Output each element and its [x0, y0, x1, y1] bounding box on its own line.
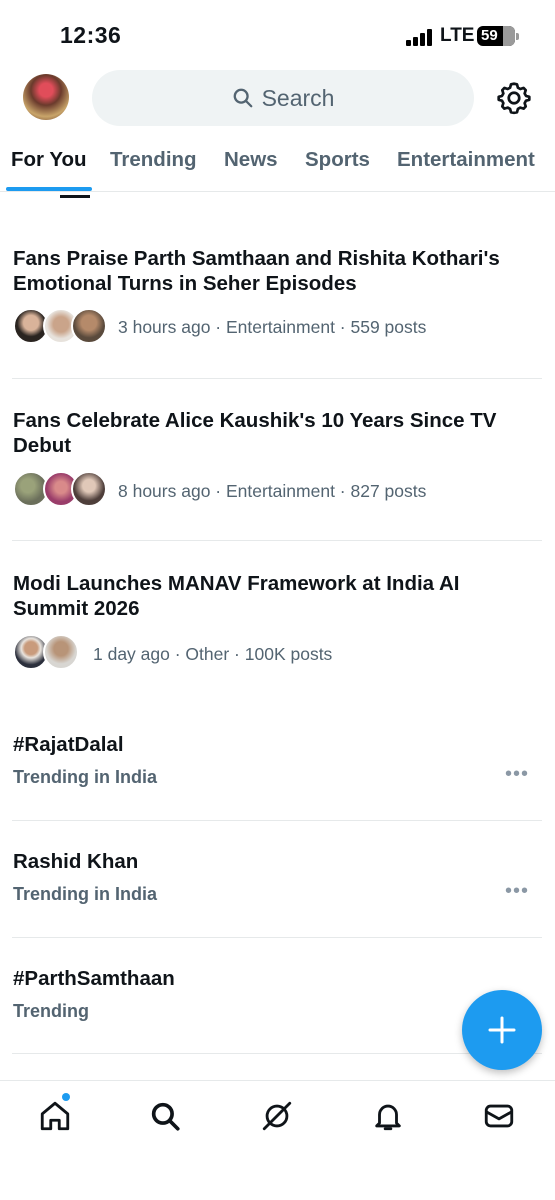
status-bar: 12:36 LTE 59 — [0, 0, 555, 64]
divider — [12, 540, 542, 541]
tab-for-you[interactable]: For You — [11, 148, 87, 172]
signal-icon — [406, 28, 436, 46]
bottom-nav — [0, 1080, 555, 1200]
tab-sports[interactable]: Sports — [305, 148, 370, 172]
trend-item[interactable]: #RajatDalal Trending in India ••• — [13, 733, 543, 803]
notifications-icon[interactable] — [371, 1099, 405, 1133]
divider — [12, 820, 542, 821]
news-item[interactable]: Fans Praise Parth Samthaan and Rishita K… — [13, 246, 543, 356]
battery-icon: 59 — [477, 26, 519, 46]
grok-icon[interactable] — [260, 1099, 294, 1133]
home-notification-dot — [62, 1093, 70, 1101]
avatar — [71, 471, 107, 507]
divider — [12, 937, 542, 938]
news-meta: 3 hours ago · Entertainment · 559 posts — [118, 317, 427, 337]
messages-icon[interactable] — [482, 1099, 516, 1133]
news-item[interactable]: Modi Launches MANAV Framework at India A… — [13, 571, 543, 681]
avatar — [71, 308, 107, 344]
tab-trending[interactable]: Trending — [110, 148, 197, 172]
more-options-icon[interactable]: ••• — [505, 880, 529, 903]
trend-context: Trending in India — [13, 767, 157, 787]
battery-level: 59 — [481, 27, 498, 44]
network-label: LTE — [440, 25, 475, 46]
avatar — [43, 634, 79, 670]
trend-name: #RajatDalal — [13, 733, 124, 756]
home-icon[interactable] — [38, 1099, 72, 1133]
trend-item[interactable]: Rashid Khan Trending in India ••• — [13, 850, 543, 920]
news-meta: 1 day ago · Other · 100K posts — [93, 644, 333, 664]
trend-name: #ParthSamthaan — [13, 967, 175, 990]
news-meta: 8 hours ago · Entertainment · 827 posts — [118, 481, 427, 501]
active-tab-indicator — [6, 187, 92, 191]
news-title: Modi Launches MANAV Framework at India A… — [13, 572, 460, 620]
search-bar[interactable]: Search — [92, 70, 474, 126]
news-title: Fans Praise Parth Samthaan and Rishita K… — [13, 247, 500, 295]
settings-gear-icon[interactable] — [496, 80, 532, 116]
tab-entertainment[interactable]: Entertainment — [397, 148, 535, 172]
plus-icon — [488, 1016, 516, 1044]
clipped-heading-fragment — [60, 192, 90, 198]
status-time: 12:36 — [60, 22, 122, 48]
news-title: Fans Celebrate Alice Kaushik's 10 Years … — [13, 409, 497, 457]
more-options-icon[interactable]: ••• — [505, 763, 529, 786]
news-item[interactable]: Fans Celebrate Alice Kaushik's 10 Years … — [13, 408, 543, 518]
compose-button[interactable] — [462, 990, 542, 1070]
search-placeholder: Search — [261, 84, 335, 111]
profile-avatar[interactable] — [23, 74, 69, 120]
divider — [12, 378, 542, 379]
trend-context: Trending in India — [13, 884, 157, 904]
search-icon — [233, 88, 252, 108]
explore-tabs: For You Trending News Sports Entertainme… — [0, 140, 555, 192]
trend-name: Rashid Khan — [13, 850, 139, 873]
search-icon[interactable] — [148, 1099, 182, 1133]
tab-news[interactable]: News — [224, 148, 278, 172]
